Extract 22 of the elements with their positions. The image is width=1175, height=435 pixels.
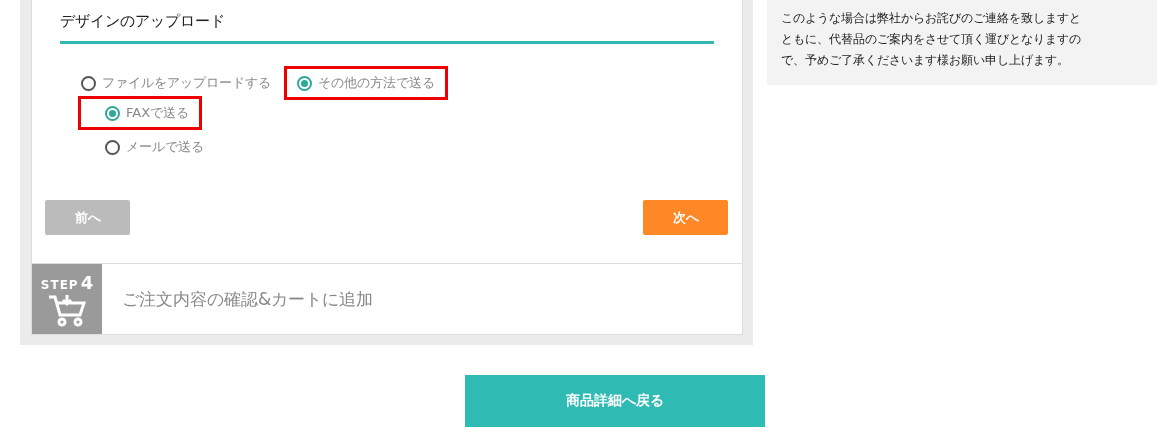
radio-button[interactable] xyxy=(297,75,312,91)
radio-label: メールで送る xyxy=(126,138,204,156)
radio-label: ファイルをアップロードする xyxy=(102,74,271,92)
radio-button[interactable] xyxy=(81,75,96,91)
radio-button[interactable] xyxy=(105,139,120,155)
cart-icon xyxy=(47,292,87,327)
next-button[interactable]: 次へ xyxy=(643,200,728,235)
radio-button[interactable] xyxy=(105,105,120,121)
previous-button[interactable]: 前へ xyxy=(45,200,130,235)
radio-option[interactable]: メールで送る xyxy=(78,130,217,164)
radio-label: FAXで送る xyxy=(126,104,190,122)
radio-label: その他の方法で送る xyxy=(318,74,435,92)
notice-text: このような場合は弊社からお詫びのご連絡を致しますと xyxy=(781,10,1082,27)
step-label: STEP xyxy=(40,277,79,292)
notice-text: ともに、代替品のご案内をさせて頂く運びとなりますの xyxy=(781,31,1082,48)
notice-text: で、予めご了承くださいます様お願い申し上げます。 xyxy=(781,52,1070,69)
step-number: 4 xyxy=(80,271,94,293)
step-title: ご注文内容の確認&カートに追加 xyxy=(122,287,374,311)
section-title: デザインのアップロード xyxy=(60,12,714,44)
radio-option[interactable]: FAXで送る xyxy=(78,96,203,130)
back-to-product-button[interactable]: 商品詳細へ戻る xyxy=(465,375,765,427)
radio-option[interactable]: その他の方法で送る xyxy=(284,66,448,100)
